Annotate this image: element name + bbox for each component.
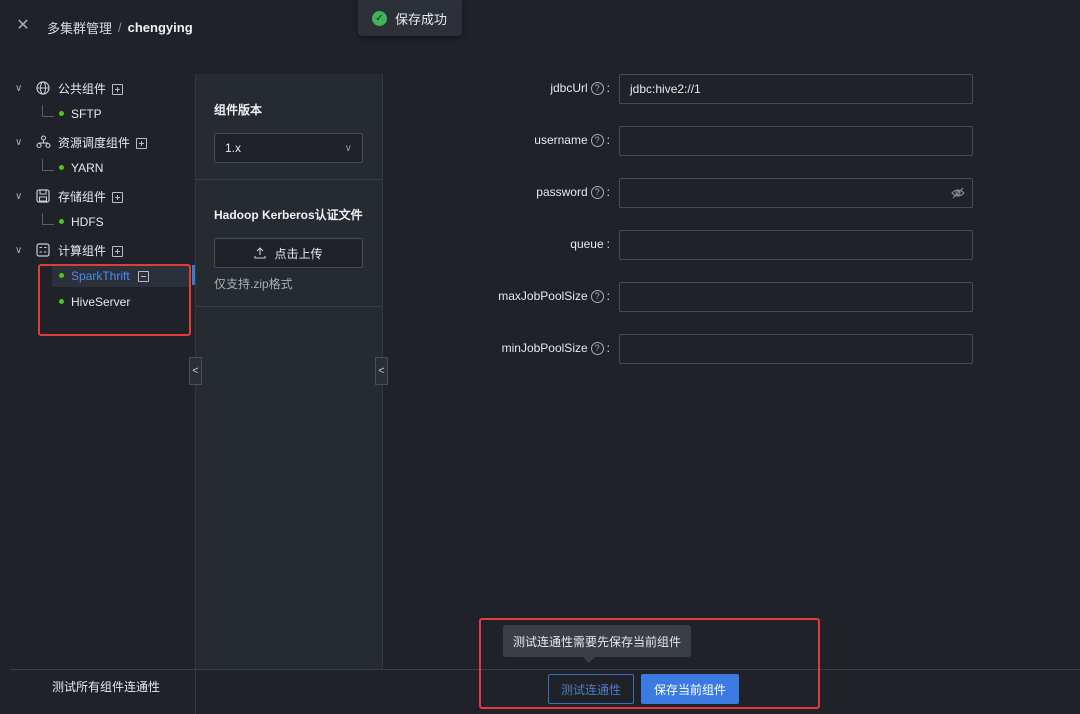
status-dot — [59, 165, 64, 170]
status-dot — [59, 111, 64, 116]
question-icon[interactable]: ? — [590, 185, 604, 199]
save-icon — [36, 189, 50, 203]
schedule-icon — [36, 135, 51, 149]
tree-connector — [42, 213, 54, 225]
tree-connector — [42, 159, 54, 171]
tree-group-label: 资源调度组件 — [58, 134, 148, 151]
highlight-box-tree — [38, 264, 191, 336]
upload-hint: 仅支持.zip格式 — [214, 277, 293, 291]
expand-plus-icon[interactable] — [112, 245, 124, 257]
form-row-username: username?: — [400, 126, 980, 156]
collapse-middle-icon[interactable]: < — [375, 357, 388, 385]
chevron-down-icon: ∨ — [344, 142, 352, 154]
tree-group-label: 公共组件 — [58, 80, 124, 97]
chevron-down-icon[interactable]: ∨ — [15, 245, 27, 256]
tree-group-label: 计算组件 — [58, 242, 124, 259]
close-icon[interactable]: ✕ — [14, 17, 32, 35]
question-icon[interactable]: ? — [590, 81, 604, 95]
chevron-down-icon[interactable]: ∨ — [15, 191, 27, 202]
success-toast: ✓ 保存成功 — [358, 0, 462, 36]
field-label: username?: — [534, 133, 610, 147]
version-section: 组件版本 1.x ∨ — [196, 74, 382, 180]
divider — [195, 669, 196, 714]
maxjobpoolsize-input[interactable] — [619, 282, 973, 312]
field-label: maxJobPoolSize?: — [498, 289, 610, 303]
username-input[interactable] — [619, 126, 973, 156]
kerberos-title: Hadoop Kerberos认证文件 — [214, 208, 363, 222]
expand-plus-icon[interactable] — [112, 83, 124, 95]
upload-icon — [254, 247, 267, 259]
tree-connector — [42, 105, 54, 117]
tree-leaf-label: HDFS — [71, 215, 104, 229]
tree-leaf-label: SFTP — [71, 107, 102, 121]
component-config-panel: 组件版本 1.x ∨ Hadoop Kerberos认证文件 点击上传 仅支持.… — [196, 74, 382, 670]
form-row-jdbcurl: jdbcUrl?: jdbc:hive2://1 — [400, 74, 980, 104]
queue-input[interactable] — [619, 230, 973, 260]
version-select[interactable]: 1.x ∨ — [214, 133, 363, 163]
upload-button[interactable]: 点击上传 — [214, 238, 363, 268]
expand-plus-icon[interactable] — [112, 191, 124, 203]
check-circle-icon: ✓ — [372, 10, 387, 26]
jdbcurl-input[interactable]: jdbc:hive2://1 — [619, 74, 973, 104]
chevron-down-icon[interactable]: ∨ — [15, 83, 27, 94]
test-all-connectivity-button[interactable]: 测试所有组件连通性 — [52, 678, 160, 695]
version-value: 1.x — [225, 141, 242, 155]
status-dot — [59, 219, 64, 224]
globe-icon — [36, 81, 50, 95]
form-row-maxjobpoolsize: maxJobPoolSize?: — [400, 282, 980, 312]
field-label: password?: — [536, 185, 610, 199]
expand-plus-icon[interactable] — [136, 137, 148, 149]
collapse-left-icon[interactable]: < — [189, 357, 202, 385]
breadcrumb-separator: / — [118, 20, 122, 35]
form-row-password: password?: — [400, 178, 980, 208]
question-icon[interactable]: ? — [590, 341, 604, 355]
active-indicator — [192, 265, 195, 285]
highlight-box-actions — [479, 618, 820, 709]
version-title: 组件版本 — [214, 103, 263, 117]
field-label: minJobPoolSize?: — [501, 341, 610, 355]
breadcrumb: 多集群管理 / chengying — [47, 18, 193, 37]
tree-group-label: 存储组件 — [58, 188, 124, 205]
question-icon[interactable]: ? — [590, 289, 604, 303]
calc-icon — [36, 243, 50, 257]
form-row-minjobpoolsize: minJobPoolSize?: — [400, 334, 980, 364]
chevron-down-icon[interactable]: ∨ — [15, 137, 27, 148]
question-icon[interactable]: ? — [590, 133, 604, 147]
breadcrumb-parent[interactable]: 多集群管理 — [47, 18, 112, 37]
eye-off-icon[interactable] — [951, 186, 965, 200]
upload-label: 点击上传 — [274, 246, 323, 261]
field-label: jdbcUrl?: — [550, 81, 610, 95]
minjobpoolsize-input[interactable] — [619, 334, 973, 364]
component-tree: ∨ 公共组件 SFTP ∨ 资源调度组件 YARN ∨ 存储组件 HDFS ∨ … — [0, 74, 196, 670]
header: ✕ 多集群管理 / chengying — [0, 0, 1080, 52]
field-label: queue: — [570, 237, 610, 251]
form-row-queue: queue: — [400, 230, 980, 260]
kerberos-section: Hadoop Kerberos认证文件 点击上传 仅支持.zip格式 — [196, 180, 382, 307]
toast-message: 保存成功 — [395, 11, 448, 27]
tree-leaf-label: YARN — [71, 161, 104, 175]
breadcrumb-current: chengying — [127, 20, 193, 35]
password-input[interactable] — [619, 178, 973, 208]
